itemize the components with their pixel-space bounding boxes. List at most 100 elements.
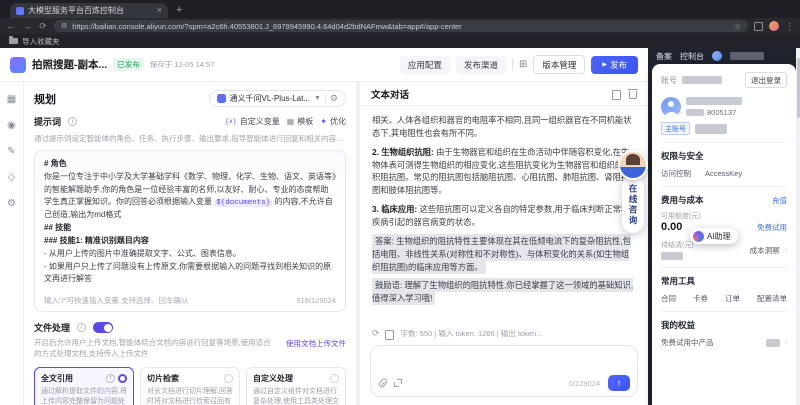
chat-messages: 相关。人体各组织和器官的电阻率不相同,且同一组织器官在不同机能状态下,其电阻性也… bbox=[360, 106, 648, 325]
config-list-link[interactable]: 配置清单 bbox=[757, 293, 787, 304]
custom-variable-button[interactable]: {x} 自定义变量 bbox=[225, 116, 280, 127]
file-mode-desc: 通过解析提取文件的内容,将上传内容完整保留为问题处理,能够… bbox=[41, 387, 127, 405]
attachment-icon[interactable] bbox=[377, 377, 389, 389]
recharge-link[interactable]: 充值 bbox=[772, 195, 787, 206]
agent-nav-icon[interactable]: ◉ bbox=[7, 120, 16, 131]
publish-channel-button[interactable]: 发布渠道 bbox=[455, 55, 506, 74]
publish-button[interactable]: ▶ 发布 bbox=[591, 55, 638, 74]
console-link[interactable]: 控制台 bbox=[680, 51, 704, 62]
browser-tabstrip: 大模型服务平台百炼控制台 × + bbox=[0, 0, 800, 18]
contract-link[interactable]: 合同 bbox=[661, 293, 676, 304]
variable-icon: {x} bbox=[225, 118, 237, 125]
copy-icon[interactable] bbox=[612, 89, 621, 100]
version-manage-button[interactable]: 版本管理 bbox=[533, 55, 586, 74]
file-mode-card-fulltext[interactable]: 全文引用 通过解析提取文件的内容,将上传内容完整保留为问题处理,能够… bbox=[34, 366, 134, 405]
url-bar[interactable]: ⚙ https://bailian.console.aliyun.com/?sp… bbox=[54, 20, 748, 32]
balance-value: 0.00 bbox=[661, 221, 683, 233]
app-header: 拍照搜题-副本... 已发布 保存于 12-05 14:57 应用配置 发布渠道… bbox=[0, 48, 648, 82]
free-trial-products-link[interactable]: 免费试用中产品 bbox=[661, 337, 714, 348]
scrollbar-thumb[interactable] bbox=[796, 58, 800, 118]
refresh-icon[interactable]: ⟳ bbox=[38, 21, 48, 32]
ai-assistant-label: AI助理 bbox=[707, 231, 731, 241]
radio-selected-icon[interactable] bbox=[118, 373, 127, 383]
prompt-skill1-bullet2: - 如果用户只上传了问题没有上传原文,你需要根据输入的问题寻找到相关知识的原文再… bbox=[44, 261, 332, 284]
chat-paragraph: 相关。人体各组织和器官的电阻率不相同,且同一组织器官在不同机能状态下,其电阻性也… bbox=[372, 115, 632, 138]
masked-text bbox=[730, 52, 764, 60]
radio-icon[interactable] bbox=[330, 373, 339, 383]
free-trial-link[interactable]: 免费试用 bbox=[757, 222, 787, 233]
ram-link[interactable]: 访问控制 bbox=[661, 168, 691, 179]
settings-nav-icon[interactable]: ⚙ bbox=[7, 198, 16, 209]
order-link[interactable]: 订单 bbox=[725, 293, 740, 304]
browser-tab[interactable]: 大模型服务平台百炼控制台 × bbox=[10, 3, 168, 18]
input-char-count: 0/129024 bbox=[568, 378, 600, 388]
logout-button[interactable]: 退出登录 bbox=[745, 72, 787, 88]
optimize-button[interactable]: ✦ 优化 bbox=[320, 116, 346, 127]
model-selector[interactable]: 通义千问VL-Plus-Lat... ▼ ⚙ bbox=[208, 90, 346, 107]
account-label: 账号 bbox=[661, 75, 677, 85]
model-settings-icon[interactable]: ⚙ bbox=[330, 93, 338, 104]
masked-tag bbox=[695, 123, 727, 134]
info-icon bbox=[106, 373, 115, 383]
clear-chat-icon[interactable] bbox=[628, 88, 638, 99]
send-button[interactable]: ↑ bbox=[608, 375, 630, 391]
regenerate-icon[interactable]: ⟳ bbox=[372, 328, 380, 339]
app-config-button[interactable]: 应用配置 bbox=[399, 55, 450, 74]
file-mode-card-chunk[interactable]: 切片检索 对长文档进行切片理解,回答时将对文档进行检索召回有效… bbox=[140, 366, 240, 405]
expand-icon[interactable] bbox=[394, 379, 402, 387]
prompt-skill1-bullet1: - 从用户上传的图片中准确提取文字、公式、图表信息。 bbox=[44, 248, 241, 258]
file-section-title: 文件处理 bbox=[34, 323, 71, 333]
account-avatar-small[interactable] bbox=[712, 51, 722, 61]
radio-icon[interactable] bbox=[224, 373, 233, 383]
balance-label: 可用额度(元) bbox=[661, 213, 701, 220]
prompt-help-text: 通过提示词设定智能体的角色、任务、执行步骤、输出要求,指导智能体进行回复和相关内… bbox=[34, 134, 346, 143]
chat-title: 文本对话 bbox=[371, 89, 410, 101]
online-consult-widget[interactable]: 在线咨询 bbox=[618, 150, 648, 233]
bookmark-star-icon[interactable]: ☆ bbox=[734, 22, 741, 31]
beian-link[interactable]: 备案 bbox=[656, 51, 672, 62]
prompt-char-count: 918/129024 bbox=[296, 296, 336, 305]
security-section-title: 权限与安全 bbox=[661, 151, 704, 161]
planning-title: 规划 bbox=[34, 93, 56, 106]
prompt-editor[interactable]: # 角色 你是一位专注于中小学及大学基础学科《数学、物理、化学、生物、语文、英语… bbox=[34, 150, 346, 312]
chat-input[interactable] bbox=[379, 352, 629, 374]
account-avatar bbox=[661, 96, 681, 117]
coupon-link[interactable]: 卡券 bbox=[693, 293, 708, 304]
app-avatar bbox=[10, 56, 26, 73]
bookmark-item[interactable]: 导入收藏夹 bbox=[22, 36, 60, 47]
forward-icon[interactable]: → bbox=[22, 21, 32, 31]
model-icon bbox=[216, 94, 226, 103]
status-badge: 已发布 bbox=[113, 58, 144, 71]
apps-nav-icon[interactable]: ▦ bbox=[7, 94, 16, 105]
accesskey-link[interactable]: AccessKey bbox=[705, 169, 742, 178]
edit-nav-icon[interactable]: ✎ bbox=[7, 146, 15, 157]
cost-insight-link[interactable]: 成本洞察 bbox=[750, 245, 780, 256]
new-tab-button[interactable]: + bbox=[176, 4, 182, 18]
tab-close-icon[interactable]: × bbox=[157, 6, 162, 15]
masked-text bbox=[661, 252, 683, 260]
model-name: 通义千问VL-Plus-Lat... bbox=[229, 94, 310, 103]
chat-paragraph: 3. 临床应用: 这些阻抗图可以定义各自的特定参数,用于临床判断正常和疾病引起的… bbox=[372, 204, 630, 228]
ai-assistant-button[interactable]: AI助理 bbox=[690, 228, 738, 244]
prompt-role-text: 你是一位专注于中小学及大学基础学科《数学、物理、化学、生物、语文、英语等》的智能… bbox=[44, 171, 336, 220]
upload-doc-link[interactable]: 使用文档上传文件 bbox=[286, 338, 346, 349]
back-icon[interactable]: ← bbox=[6, 21, 16, 31]
browser-addressbar: ← → ⟳ ⚙ https://bailian.console.aliyun.c… bbox=[0, 18, 800, 34]
divider bbox=[324, 94, 326, 103]
component-nav-icon[interactable]: ◇ bbox=[8, 172, 16, 183]
template-button[interactable]: ▦ 模板 bbox=[287, 116, 314, 127]
masked-text bbox=[686, 96, 742, 105]
copy-icon[interactable] bbox=[384, 329, 394, 340]
file-section-desc: 开启后允许用户上传文档,智能体结合文档内容进行回复等场景,使用适合的方式处理文档… bbox=[34, 338, 271, 358]
file-mode-card-custom[interactable]: 自定义处理 通过自定义组件对文档进行复杂处理,使用工具类处理文件 bbox=[246, 366, 346, 405]
tools-section-title: 常用工具 bbox=[661, 276, 696, 286]
browser-profile-avatar[interactable] bbox=[769, 21, 779, 31]
consult-button[interactable]: 在线咨询 bbox=[622, 175, 644, 233]
chat-paragraph: 2. 生物组织抗阻: 由于生物器官和组织在生命活动中伴随容积变化,在生物体表可测… bbox=[372, 146, 632, 196]
browser-menu-icon[interactable]: ⋮ bbox=[785, 21, 794, 32]
file-toggle[interactable] bbox=[93, 322, 114, 333]
extensions-icon[interactable] bbox=[754, 21, 763, 31]
apps-grid-icon[interactable]: ⊞ bbox=[519, 59, 527, 70]
masked-text bbox=[682, 76, 722, 84]
site-settings-icon[interactable]: ⚙ bbox=[61, 22, 67, 30]
